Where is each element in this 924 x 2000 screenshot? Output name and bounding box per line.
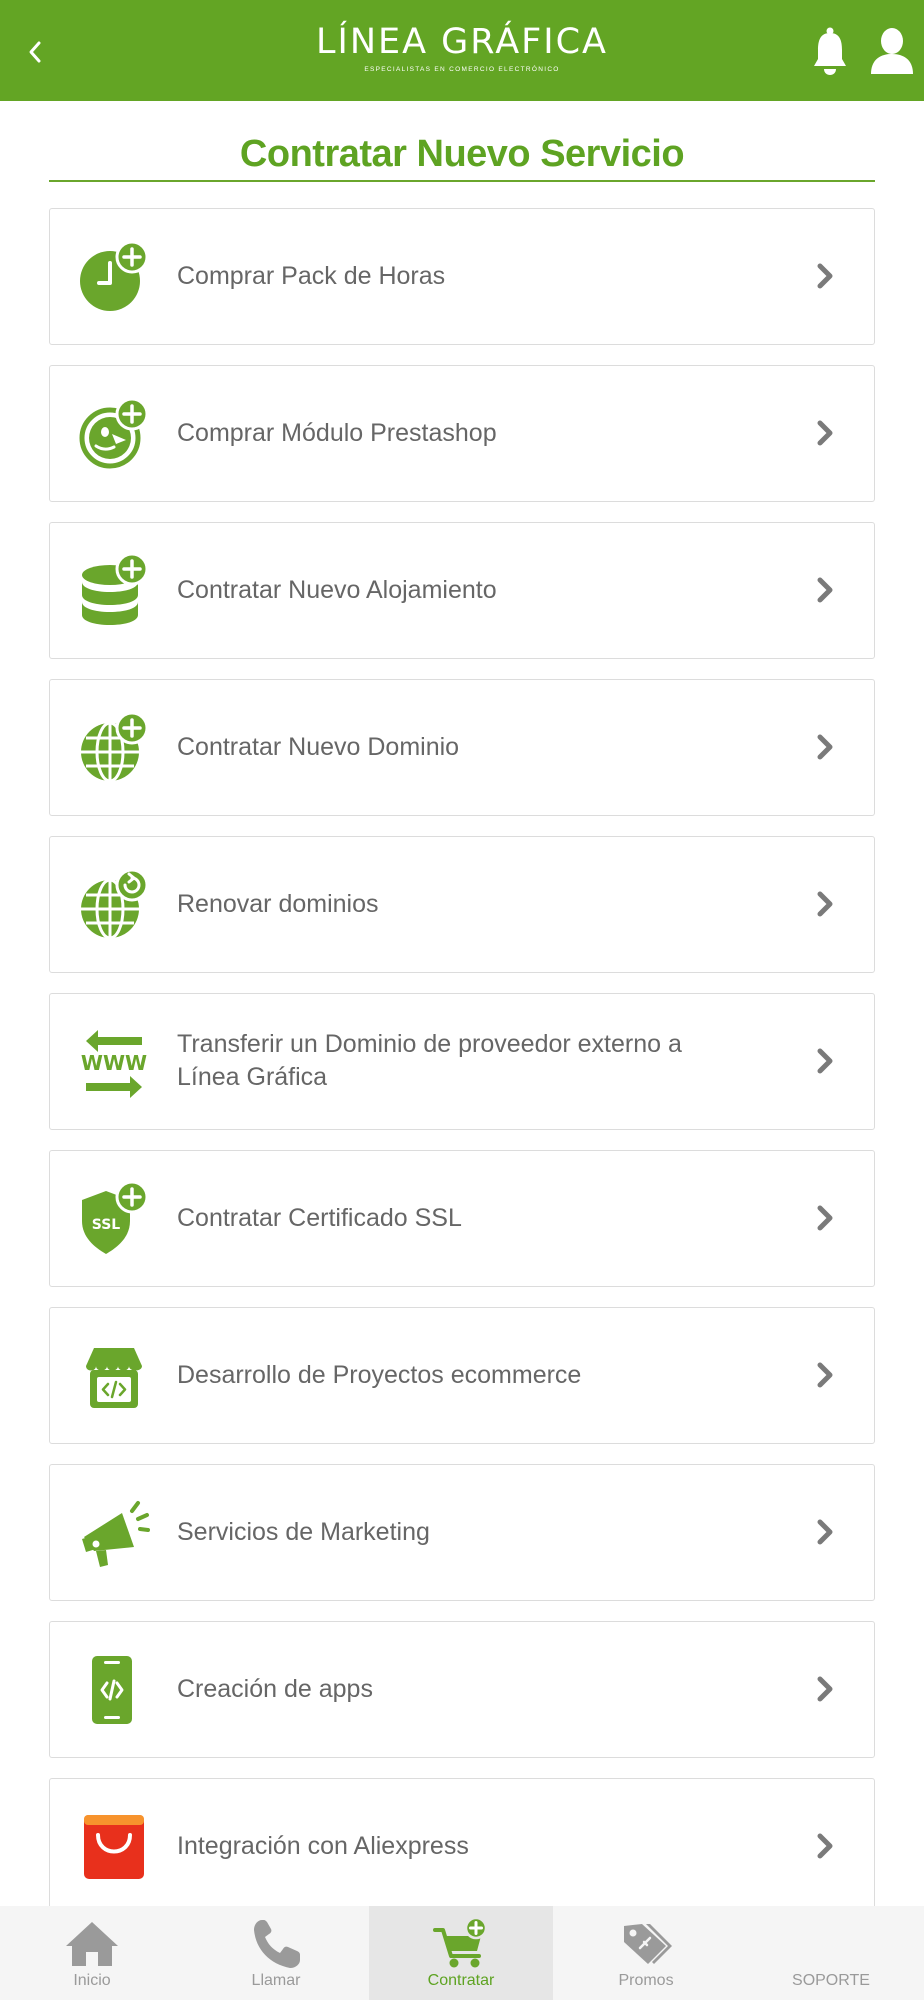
service-item-certificado-ssl[interactable]: SSL Contratar Certificado SSL [49, 1150, 875, 1287]
chevron-right-icon [817, 1048, 833, 1074]
service-label: Contratar Certificado SSL [177, 1203, 462, 1232]
bell-icon [814, 27, 846, 75]
bottom-navigation: Inicio Llamar Contratar Promos SOPORTE [0, 1906, 924, 2000]
tab-inicio[interactable]: Inicio [0, 1906, 184, 2000]
smartphone-code-icon [92, 1656, 132, 1724]
svg-text:WWW: WWW [81, 1051, 147, 1075]
service-item-modulo-prestashop[interactable]: Comprar Módulo Prestashop [49, 365, 875, 502]
store-code-icon [86, 1348, 142, 1408]
tab-label: Inicio [73, 1972, 111, 1989]
clock-plus-icon [80, 241, 149, 311]
chevron-right-icon [817, 1519, 833, 1545]
service-item-marketing[interactable]: Servicios de Marketing [49, 1464, 875, 1601]
service-label: Desarrollo de Proyectos ecommerce [177, 1360, 582, 1389]
page-title: Contratar Nuevo Servicio [239, 133, 685, 175]
service-label: Comprar Pack de Horas [177, 261, 446, 290]
notifications-button[interactable] [810, 26, 850, 76]
chevron-right-icon [817, 734, 833, 760]
chevron-right-icon [817, 1676, 833, 1702]
chevron-right-icon [817, 263, 833, 289]
profile-button[interactable] [869, 26, 915, 76]
service-label: Contratar Nuevo Dominio [177, 732, 460, 761]
globe-plus-icon [81, 712, 149, 783]
tab-label: Contratar [427, 1972, 495, 1989]
service-item-proyectos-ecommerce[interactable]: Desarrollo de Proyectos ecommerce [49, 1307, 875, 1444]
top-app-bar: LÍNEA GRÁFICA ESPECIALISTAS EN COMERCIO … [0, 0, 924, 101]
tab-label: Promos [618, 1972, 674, 1989]
service-item-aliexpress[interactable]: Integración con Aliexpress [49, 1778, 875, 1915]
home-icon [66, 1922, 118, 1966]
logo-tagline: ESPECIALISTAS EN COMERCIO ELECTRÓNICO [364, 66, 560, 73]
tab-label: SOPORTE [792, 1972, 870, 1989]
tags-icon [624, 1924, 672, 1964]
logo-name: LÍNEA GRÁFICA [316, 22, 608, 62]
ssl-shield-plus-icon: SSL [82, 1183, 149, 1254]
chevron-right-icon [817, 577, 833, 603]
database-plus-icon [82, 555, 149, 625]
chevron-right-icon [817, 1362, 833, 1388]
service-label: Renovar dominios [177, 889, 379, 918]
service-item-dominio[interactable]: Contratar Nuevo Dominio [49, 679, 875, 816]
svg-text:SSL: SSL [92, 1217, 121, 1233]
phone-icon [254, 1920, 300, 1968]
tab-contratar[interactable]: Contratar [369, 1906, 553, 2000]
service-item-creacion-apps[interactable]: Creación de apps [49, 1621, 875, 1758]
tab-llamar[interactable]: Llamar [184, 1906, 368, 2000]
service-item-transferir-dominio[interactable]: WWW Transferir un Dominio de proveedor e… [49, 993, 875, 1130]
chevron-right-icon [817, 1833, 833, 1859]
service-label: Comprar Módulo Prestashop [177, 418, 497, 447]
aliexpress-bag-icon [84, 1815, 144, 1879]
services-list: Comprar Pack de Horas Comprar Módulo Pre… [49, 208, 875, 1935]
service-label: Contratar Nuevo Alojamiento [177, 575, 497, 604]
cart-plus-icon [433, 1918, 488, 1968]
user-icon [871, 28, 913, 74]
tab-promos[interactable]: Promos [554, 1906, 738, 2000]
tab-soporte[interactable]: SOPORTE [739, 1906, 923, 2000]
service-label: Servicios de Marketing [177, 1517, 430, 1546]
chevron-left-icon [29, 41, 41, 63]
prestashop-plus-icon [79, 398, 149, 469]
service-label: Integración con Aliexpress [177, 1831, 469, 1860]
service-item-alojamiento[interactable]: Contratar Nuevo Alojamiento [49, 522, 875, 659]
brand-logo: LÍNEA GRÁFICA ESPECIALISTAS EN COMERCIO … [300, 22, 624, 82]
tab-label: Llamar [251, 1972, 301, 1989]
globe-refresh-icon [81, 869, 149, 940]
service-label: Creación de apps [177, 1674, 373, 1703]
service-label: Transferir un Dominio de proveedor exter… [177, 1030, 682, 1091]
back-button[interactable] [18, 32, 52, 72]
title-divider [49, 180, 875, 182]
service-item-renovar-dominios[interactable]: Renovar dominios [49, 836, 875, 973]
megaphone-icon [82, 1501, 150, 1567]
chevron-right-icon [817, 891, 833, 917]
service-item-pack-horas[interactable]: Comprar Pack de Horas [49, 208, 875, 345]
chevron-right-icon [817, 1205, 833, 1231]
chevron-right-icon [817, 420, 833, 446]
www-transfer-icon: WWW [81, 1030, 147, 1098]
